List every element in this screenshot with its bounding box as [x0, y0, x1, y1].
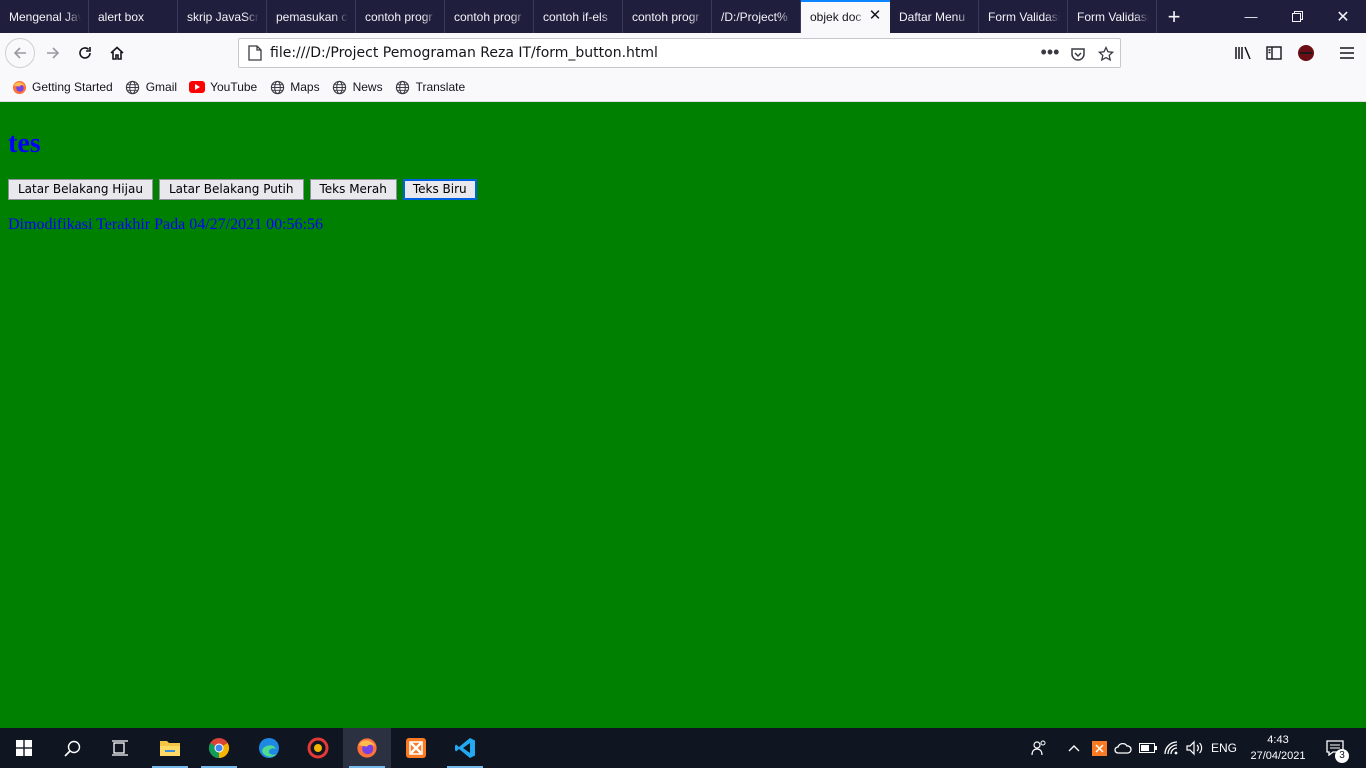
pocket-icon[interactable] [1069, 45, 1087, 63]
browser-tab[interactable]: skrip JavaScri [178, 0, 267, 33]
app-icon[interactable] [294, 728, 342, 768]
windows-taskbar: ENG 4:43 27/04/2021 3 [0, 728, 1366, 768]
youtube-icon [189, 79, 206, 95]
tab-label: contoh if-els [543, 9, 608, 24]
people-icon[interactable] [1028, 728, 1050, 768]
url-text: file:///D:/Project Pemograman Reza IT/fo… [270, 45, 658, 61]
bookmark-label: Maps [290, 80, 320, 94]
menu-hamburger-icon[interactable] [1332, 38, 1362, 68]
tab-label: skrip JavaScri [187, 9, 259, 24]
browser-tab[interactable]: /D:/Project% [712, 0, 801, 33]
browser-tab[interactable]: Mengenal Jav [0, 0, 89, 33]
globe-icon [395, 79, 411, 95]
new-tab-icon[interactable]: + [1157, 0, 1191, 33]
restore-icon[interactable] [1274, 0, 1320, 33]
tab-label: Mengenal Jav [9, 9, 81, 24]
minimize-icon[interactable]: — [1228, 0, 1274, 33]
xampp-tray-icon[interactable] [1090, 728, 1108, 768]
browser-tab[interactable]: contoh progr [623, 0, 712, 33]
file-explorer-icon[interactable] [146, 728, 194, 768]
search-icon[interactable] [48, 728, 96, 768]
last-modified-text: Dimodifikasi Terakhir Pada 04/27/2021 00… [8, 216, 323, 233]
bookmark-label: Translate [415, 80, 466, 94]
browser-tab[interactable]: alert box [89, 0, 178, 33]
forward-arrow-icon[interactable] [38, 38, 68, 68]
bookmark-getting-started[interactable]: Getting Started [11, 79, 113, 95]
volume-icon[interactable] [1184, 728, 1206, 768]
sidebar-icon[interactable] [1259, 38, 1289, 68]
firefox-icon [11, 79, 27, 95]
button-row: Latar Belakang Hijau Latar Belakang Puti… [8, 179, 1358, 200]
bookmark-label: YouTube [210, 80, 258, 94]
tab-label: contoh progr [454, 9, 522, 24]
green-background-button[interactable]: Latar Belakang Hijau [8, 179, 153, 200]
tab-label: /D:/Project% [721, 9, 788, 24]
globe-icon [332, 79, 348, 95]
notification-count-badge: 3 [1335, 749, 1349, 763]
edge-icon[interactable] [245, 728, 293, 768]
tab-label: contoh progr [365, 9, 433, 24]
page-heading: tes [8, 128, 41, 159]
notification-center-icon[interactable]: 3 [1320, 728, 1350, 768]
browser-tab[interactable]: pemasukan c [267, 0, 356, 33]
bookmark-maps[interactable]: Maps [269, 79, 320, 95]
chrome-icon[interactable] [195, 728, 243, 768]
tab-label: Form Validasi [988, 9, 1060, 24]
page-icon [248, 45, 262, 61]
bookmark-gmail[interactable]: Gmail [125, 79, 177, 95]
tab-label: alert box [98, 9, 145, 24]
home-icon[interactable] [102, 38, 132, 68]
white-background-button[interactable]: Latar Belakang Putih [158, 179, 304, 200]
windows-start-icon[interactable] [0, 728, 48, 768]
close-tab-icon[interactable]: ✕ [868, 8, 882, 23]
bookmark-news[interactable]: News [332, 79, 383, 95]
globe-icon [125, 79, 141, 95]
bookmark-label: News [352, 80, 383, 94]
bookmarks-toolbar: Getting Started Gmail YouTube Maps News … [0, 73, 1366, 102]
tab-label: Daftar Menu [899, 9, 966, 24]
clock[interactable]: 4:43 27/04/2021 [1244, 728, 1312, 768]
tab-label: objek doc [810, 9, 862, 24]
tab-label: pemasukan c [276, 9, 348, 24]
xampp-icon[interactable] [392, 728, 440, 768]
red-text-button[interactable]: Teks Merah [309, 179, 397, 200]
reload-icon[interactable] [70, 38, 100, 68]
bookmark-label: Getting Started [32, 80, 113, 94]
browser-tab[interactable]: Form Validasi [979, 0, 1068, 33]
bookmark-youtube[interactable]: YouTube [189, 79, 257, 95]
clock-date: 27/04/2021 [1250, 750, 1306, 762]
battery-icon[interactable] [1138, 728, 1158, 768]
tab-label: contoh progr [632, 9, 700, 24]
language-indicator[interactable]: ENG [1208, 728, 1240, 768]
blue-text-button[interactable]: Teks Biru [402, 179, 477, 200]
browser-tab-active[interactable]: objek doc ✕ [801, 0, 890, 33]
address-bar[interactable]: file:///D:/Project Pemograman Reza IT/fo… [238, 38, 1121, 68]
account-avatar-icon[interactable] [1291, 38, 1321, 68]
tab-strip: Mengenal Jav alert box skrip JavaScri pe… [0, 0, 1366, 33]
globe-icon [269, 79, 285, 95]
navigation-toolbar: file:///D:/Project Pemograman Reza IT/fo… [0, 33, 1366, 73]
chevron-up-icon[interactable] [1064, 728, 1084, 768]
bookmark-translate[interactable]: Translate [395, 79, 466, 95]
back-arrow-icon[interactable] [5, 38, 35, 68]
close-window-icon[interactable]: ✕ [1320, 0, 1366, 33]
wifi-icon[interactable] [1162, 728, 1182, 768]
tab-label: Form Validasi [1077, 9, 1149, 24]
browser-tab[interactable]: contoh progr [356, 0, 445, 33]
browser-tab[interactable]: contoh progr [445, 0, 534, 33]
firefox-taskbar-icon[interactable] [343, 728, 391, 768]
onedrive-icon[interactable] [1113, 728, 1133, 768]
page-actions-icon[interactable]: ••• [1041, 42, 1060, 62]
browser-tab[interactable]: Form Validasi [1068, 0, 1157, 33]
bookmark-label: Gmail [145, 80, 178, 94]
browser-tab[interactable]: contoh if-els [534, 0, 623, 33]
task-view-icon[interactable] [96, 728, 144, 768]
vscode-icon[interactable] [441, 728, 489, 768]
bookmark-star-icon[interactable] [1097, 45, 1115, 63]
web-page-content: tes Latar Belakang Hijau Latar Belakang … [0, 102, 1366, 728]
clock-time: 4:43 [1267, 734, 1289, 746]
browser-tab[interactable]: Daftar Menu [890, 0, 979, 33]
library-icon[interactable] [1228, 38, 1258, 68]
